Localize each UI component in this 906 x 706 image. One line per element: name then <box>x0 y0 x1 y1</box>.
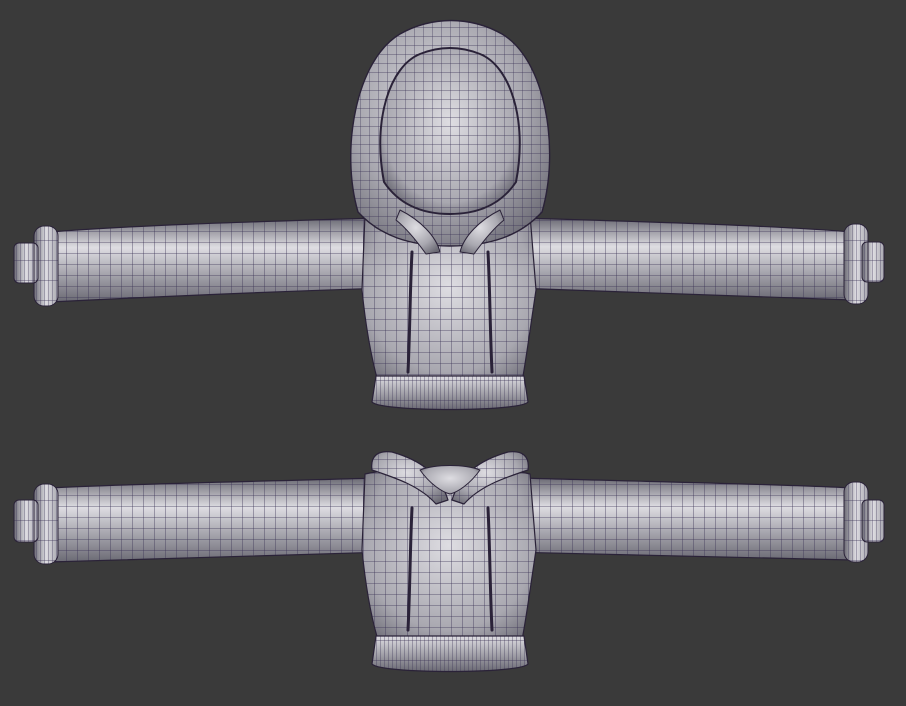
hood <box>350 19 551 255</box>
waistband <box>371 375 529 411</box>
right-sleeve <box>511 217 853 301</box>
left-sleeve <box>49 477 389 563</box>
3d-viewport[interactable] <box>0 0 906 706</box>
waistband <box>371 635 529 673</box>
viewport-canvas[interactable] <box>0 0 906 706</box>
left-sleeve <box>49 217 389 303</box>
right-sleeve <box>511 477 853 561</box>
